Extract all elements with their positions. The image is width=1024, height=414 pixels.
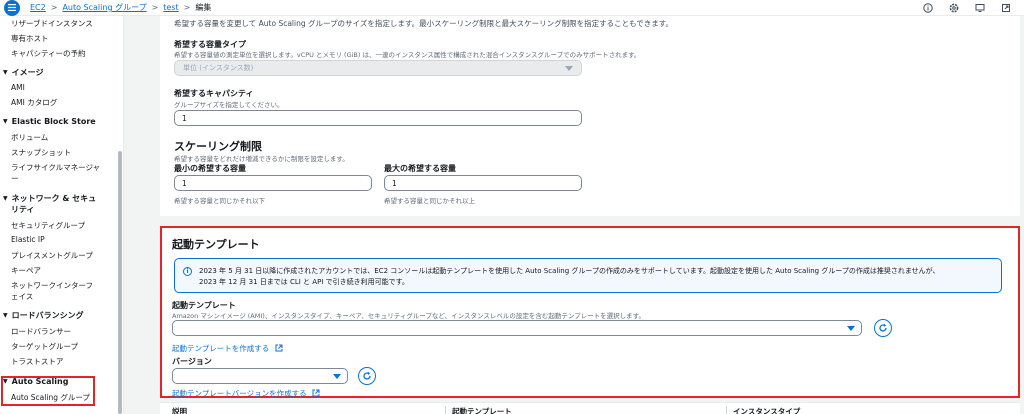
sidebar-section-load-balancing[interactable]: ▼ ロードバランシング [3,310,84,321]
sidebar-item-lifecycle-manager[interactable]: ライフサイクルマネージャ [11,162,100,173]
scaling-limits-title: スケーリング制限 [174,140,262,153]
create-launch-template-link-text: 起動テンプレートを作成する [172,344,270,353]
chevron-right-icon: > [183,3,191,12]
launch-template-panel: 起動テンプレート i 2023 年 5 月 31 日以降に作成されたアカウントで… [160,226,1020,398]
sidebar-section-network-security[interactable]: ▼ ネットワーク & セキュ [3,193,96,204]
settings-icon[interactable] [948,2,960,14]
sidebar-item-key-pairs[interactable]: キーペア [11,265,41,276]
sidebar-item-load-balancers[interactable]: ロードバランサー [11,326,71,337]
caret-down-icon [333,373,341,379]
info-icon: i [183,267,192,276]
sidebar-item-elastic-ip[interactable]: Elastic IP [11,235,45,244]
capacity-type-desc: 希望する容量値の測定単位を選択します。vCPU とメモリ (GiB) は、一連の… [174,51,641,59]
breadcrumb-current: 編集 [195,3,212,12]
sidebar-item-dedicated-hosts[interactable]: 専有ホスト [11,33,49,44]
highlight-box [1,376,95,406]
breadcrumb: EC2 > Auto Scaling グループ > test > 編集 [30,2,211,13]
version-label: バージョン [172,357,212,366]
min-capacity-input[interactable]: 1 [174,175,372,191]
capacity-intro: 希望する容量を変更して Auto Scaling グループのサイズを指定します。… [174,19,674,28]
sidebar-item-trust-stores[interactable]: トラストストア [11,356,63,367]
top-bar: EC2 > Auto Scaling グループ > test > 編集 [0,0,1024,16]
caret-down-icon: ▼ [3,312,8,319]
launch-template-select[interactable] [172,320,862,336]
chevron-right-icon: > [50,3,58,12]
caret-down-icon [565,65,573,71]
create-template-version-link-text: 起動テンプレートバージョンを作成する [172,389,307,398]
column-header-description: 説明 [172,407,187,414]
external-link-icon [312,389,320,399]
breadcrumb-auto-scaling-groups[interactable]: Auto Scaling グループ [62,2,146,13]
caret-down-icon [847,325,855,331]
max-capacity-label: 最大の希望する容量 [384,164,456,173]
sidebar-section-label: ネットワーク & セキュ [11,194,97,203]
version-select[interactable] [172,368,348,384]
external-link-icon [275,344,283,354]
expand-icon[interactable] [1000,2,1012,14]
sidebar-item-reserved-instances[interactable]: リザーブドインスタンス [11,18,93,29]
sidebar-section-images[interactable]: ▼ イメージ [3,67,43,78]
column-divider [445,406,446,414]
sidebar: リザーブドインスタンス 専有ホスト キャパシティーの予約 ▼ イメージ AMI A… [0,16,124,414]
breadcrumb-test[interactable]: test [163,3,178,12]
refresh-launch-templates-button[interactable] [874,319,892,337]
sidebar-item-volumes[interactable]: ボリューム [11,132,48,143]
top-icons [922,2,1012,14]
sidebar-item-network-interfaces-cont[interactable]: ェイス [11,291,33,302]
desired-capacity-input[interactable]: 1 [174,110,582,126]
sidebar-scrollbar[interactable] [118,151,122,414]
max-capacity-input[interactable]: 1 [384,175,582,191]
sidebar-item-snapshots[interactable]: スナップショット [11,147,71,158]
capacity-type-value: 単位 (インスタンス数) [183,64,254,72]
info-alert-line-2: 2023 年 12 月 31 日までは CLI と API で引き続き利用可能で… [199,278,409,286]
refresh-icon [879,323,887,332]
sidebar-section-network-security-cont[interactable]: リティ [11,204,35,215]
info-circle-icon[interactable] [922,2,934,14]
sidebar-item-ami[interactable]: AMI [11,83,25,92]
create-template-version-link[interactable]: 起動テンプレートバージョンを作成する [172,388,320,399]
info-alert-text: 2023 年 5 月 31 日以降に作成されたアカウントでは、EC2 コンソール… [199,266,940,288]
group-size-panel: 希望する容量を変更して Auto Scaling グループのサイズを指定します。… [160,16,1020,216]
desired-capacity-desc: グループサイズを指定してください。 [174,101,284,109]
info-alert-line-1: 2023 年 5 月 31 日以降に作成されたアカウントでは、EC2 コンソール… [199,267,940,275]
menu-icon[interactable] [4,0,20,16]
min-capacity-hint: 希望する容量と同じかそれ以下 [174,197,265,205]
sidebar-item-placement-groups[interactable]: プレイスメントグループ [11,250,93,261]
template-details-table-header: 説明 起動テンプレート インスタンスタイプ [160,402,1020,414]
sidebar-item-capacity-reservations[interactable]: キャパシティーの予約 [11,48,86,59]
launch-template-title: 起動テンプレート [172,238,260,251]
column-divider [726,406,727,414]
desired-capacity-label: 希望するキャパシティ [174,89,254,98]
refresh-versions-button[interactable] [358,367,376,385]
sidebar-item-ami-catalog[interactable]: AMI カタログ [11,97,57,108]
sidebar-section-label: Elastic Block Store [11,117,96,126]
scaling-limits-desc: 希望する容量をどれだけ増減できるかに制限を設定します。 [174,155,349,163]
caret-down-icon: ▼ [3,118,8,125]
breadcrumb-ec2[interactable]: EC2 [30,3,46,12]
sidebar-item-lifecycle-manager-cont[interactable]: ー [11,173,19,184]
screen-icon[interactable] [974,2,986,14]
sidebar-section-label: ロードバランシング [11,311,84,320]
create-launch-template-link[interactable]: 起動テンプレートを作成する [172,343,283,354]
max-capacity-hint: 希望する容量と同じかそれ以上 [384,197,475,205]
main-content: 希望する容量を変更して Auto Scaling グループのサイズを指定します。… [124,16,1024,414]
caret-down-icon: ▼ [3,195,8,202]
capacity-type-select: 単位 (インスタンス数) [174,60,582,76]
sidebar-item-security-groups[interactable]: セキュリティグループ [11,220,85,231]
min-capacity-label: 最小の希望する容量 [174,164,246,173]
launch-template-field-desc: Amazon マシンイメージ (AMI)、インスタンスタイプ、キーペア、セキュリ… [172,312,646,320]
caret-down-icon: ▼ [3,69,8,76]
sidebar-section-label: イメージ [11,68,44,77]
info-alert: i 2023 年 5 月 31 日以降に作成されたアカウントでは、EC2 コンソ… [174,258,1002,293]
sidebar-section-ebs[interactable]: ▼ Elastic Block Store [3,117,96,126]
column-header-instance-type: インスタンスタイプ [733,407,801,414]
column-header-launch-template: 起動テンプレート [452,407,512,414]
refresh-icon [363,371,371,380]
chevron-right-icon: > [151,3,159,12]
sidebar-item-network-interfaces[interactable]: ネットワークインターフ [11,280,93,291]
sidebar-item-target-groups[interactable]: ターゲットグループ [11,341,78,352]
